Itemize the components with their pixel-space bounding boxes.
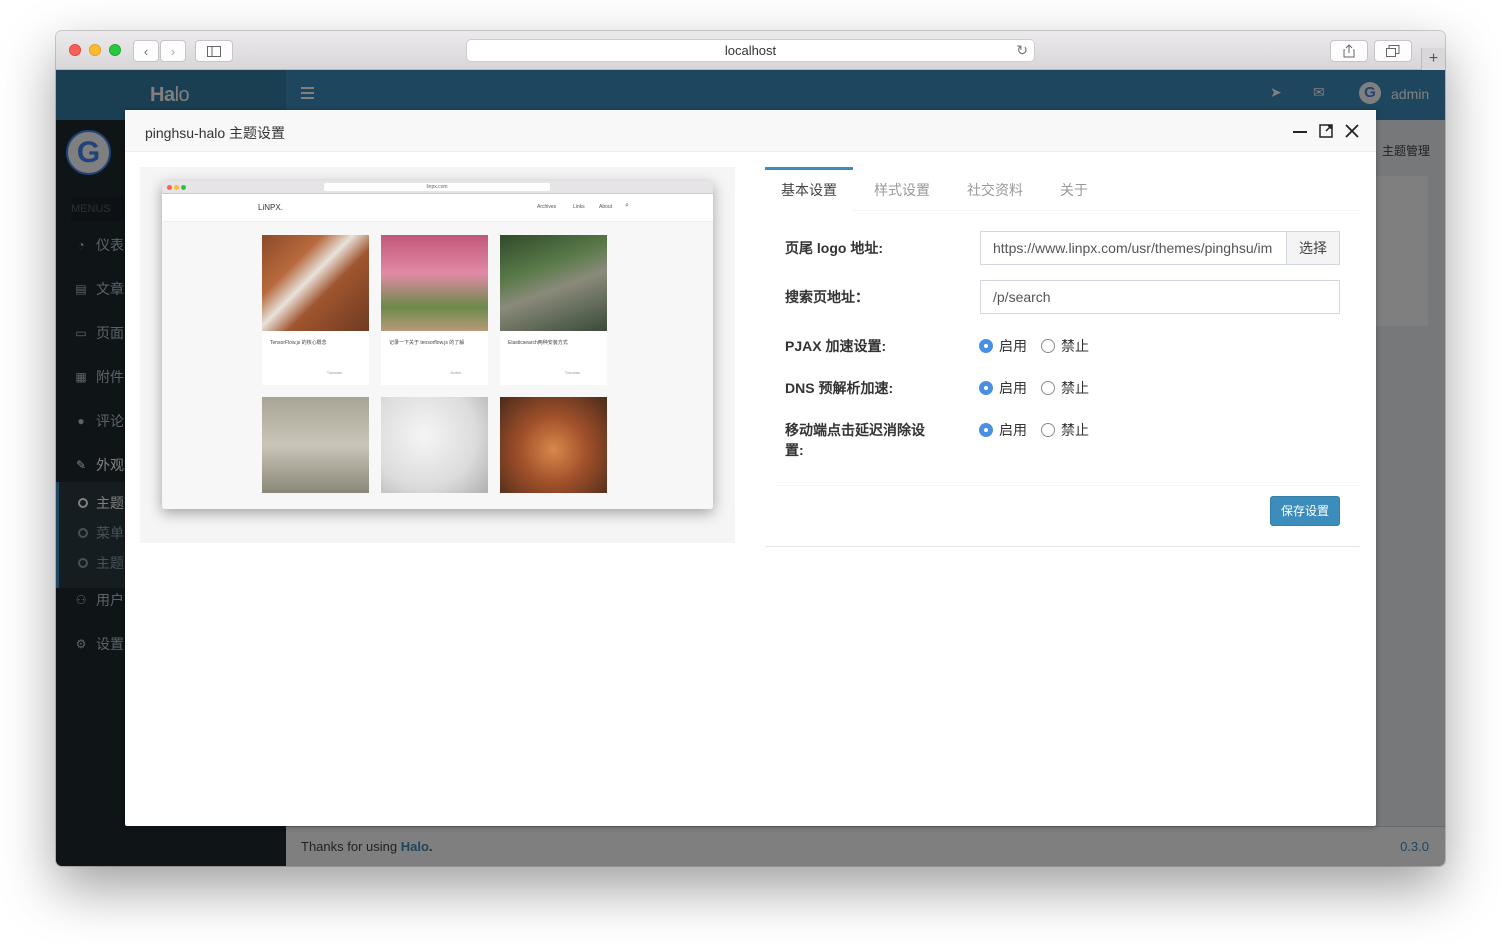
back-icon[interactable]: ‹ bbox=[133, 40, 159, 62]
zoom-window-button[interactable] bbox=[109, 44, 121, 56]
dns-label: DNS 预解析加速: bbox=[785, 380, 894, 396]
preview-card: TensorFlow.js 的核心概念 Tutorials bbox=[262, 235, 369, 385]
preview-nav-archives: Archives bbox=[537, 204, 557, 210]
theme-preview-image: linpx.com LiNPX. Archives Links About ⌕ … bbox=[140, 167, 735, 543]
dns-disable-radio[interactable]: 禁止 bbox=[1041, 378, 1089, 398]
save-settings-button[interactable]: 保存设置 bbox=[1270, 496, 1340, 526]
radio-unchecked-icon bbox=[1041, 423, 1055, 437]
search-page-label: 搜索页地址： bbox=[785, 289, 869, 305]
mobile-disable-radio[interactable]: 禁止 bbox=[1041, 420, 1089, 440]
form-divider bbox=[775, 485, 1359, 486]
tab-social[interactable]: 社交资料 bbox=[951, 167, 1039, 211]
tab-content-bottom-border bbox=[765, 546, 1359, 547]
settings-tabs: 基本设置 样式设置 社交资料 关于 bbox=[765, 167, 1359, 211]
search-page-input[interactable]: /p/search bbox=[980, 280, 1340, 314]
theme-settings-modal: pinghsu-halo 主题设置 linpx.com LiNPX. Archi… bbox=[125, 110, 1376, 826]
radio-unchecked-icon bbox=[1041, 339, 1055, 353]
preview-search-icon: ⌕ bbox=[625, 202, 629, 209]
footer-logo-label: 页尾 logo 地址: bbox=[785, 240, 883, 256]
minimize-window-button[interactable] bbox=[89, 44, 101, 56]
new-tab-icon[interactable]: + bbox=[1421, 48, 1445, 70]
pjax-label: PJAX 加速设置: bbox=[785, 338, 887, 354]
modal-title: pinghsu-halo 主题设置 bbox=[145, 125, 286, 141]
radio-checked-icon bbox=[979, 381, 993, 395]
close-icon[interactable] bbox=[1345, 122, 1359, 145]
preview-card-image bbox=[262, 397, 369, 493]
share-icon[interactable] bbox=[1330, 40, 1368, 62]
preview-url: linpx.com bbox=[324, 183, 550, 191]
minimize-icon[interactable] bbox=[1293, 122, 1307, 145]
pjax-enable-radio[interactable]: 启用 bbox=[979, 336, 1027, 356]
preview-card: Elasticsearch两种安装方式 Tutorials bbox=[500, 235, 607, 385]
radio-unchecked-icon bbox=[1041, 381, 1055, 395]
preview-card-image bbox=[500, 397, 607, 493]
browser-toolbar: ‹ › localhost ↻ + bbox=[56, 31, 1445, 70]
preview-nav-links: Links bbox=[573, 204, 585, 210]
tabs-overview-icon[interactable] bbox=[1374, 40, 1412, 62]
preview-card: 记录一下关于 tensorflow.js 的了解 Notes bbox=[381, 235, 488, 385]
modal-header: pinghsu-halo 主题设置 bbox=[125, 110, 1376, 152]
mobile-delay-label: 移动端点击延迟消除设 置: bbox=[785, 422, 925, 458]
address-text: localhost bbox=[724, 43, 777, 58]
preview-nav-about: About bbox=[599, 204, 613, 210]
forward-icon[interactable]: › bbox=[160, 40, 186, 62]
address-bar[interactable]: localhost ↻ bbox=[466, 39, 1035, 62]
choose-file-button[interactable]: 选择 bbox=[1286, 231, 1340, 265]
preview-card-image bbox=[381, 397, 488, 493]
mobile-enable-radio[interactable]: 启用 bbox=[979, 420, 1027, 440]
pjax-disable-radio[interactable]: 禁止 bbox=[1041, 336, 1089, 356]
sidebar-toggle-icon[interactable] bbox=[195, 40, 233, 62]
preview-site-logo: LiNPX. bbox=[258, 203, 283, 212]
footer-logo-input[interactable]: https://www.linpx.com/usr/themes/pinghsu… bbox=[980, 231, 1287, 265]
preview-browser: linpx.com LiNPX. Archives Links About ⌕ … bbox=[162, 181, 713, 509]
tab-style[interactable]: 样式设置 bbox=[858, 167, 946, 211]
close-window-button[interactable] bbox=[69, 44, 81, 56]
tab-basic[interactable]: 基本设置 bbox=[765, 167, 853, 211]
dns-enable-radio[interactable]: 启用 bbox=[979, 378, 1027, 398]
browser-window: ‹ › localhost ↻ + Halo G MENUS ◔仪表 ▤文章 ▭… bbox=[56, 31, 1445, 866]
tab-about[interactable]: 关于 bbox=[1044, 167, 1104, 211]
radio-checked-icon bbox=[979, 423, 993, 437]
maximize-icon[interactable] bbox=[1319, 122, 1333, 145]
reload-icon[interactable]: ↻ bbox=[1016, 42, 1028, 59]
radio-checked-icon bbox=[979, 339, 993, 353]
